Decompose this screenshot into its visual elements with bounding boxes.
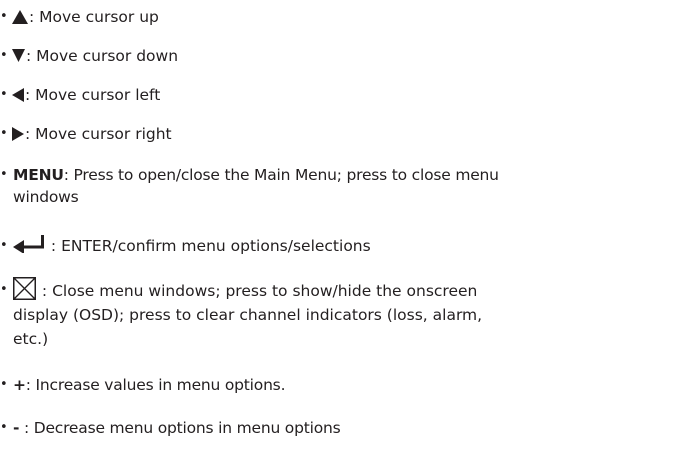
- close-box-icon: [13, 277, 36, 300]
- enter-arrow-icon: [13, 234, 45, 253]
- item-text: : Move cursor right: [25, 125, 172, 143]
- item-text-continued: etc.): [13, 330, 49, 348]
- item-text: : Increase values in menu options.: [25, 376, 286, 394]
- bullet: •: [0, 282, 8, 297]
- item-text: : Move cursor left: [25, 86, 161, 104]
- bullet: •: [0, 9, 8, 24]
- bullet: •: [0, 420, 8, 435]
- triangle-down-icon: [12, 49, 25, 62]
- bullet: •: [0, 48, 8, 63]
- item-text-continued: display (OSD); press to clear channel in…: [13, 306, 483, 324]
- item-text: : Decrease menu options in menu options: [19, 419, 341, 437]
- triangle-up-icon: [12, 9, 28, 24]
- bullet: •: [0, 167, 8, 182]
- item-text: : Move cursor down: [26, 47, 179, 65]
- item-text: : Press to open/close the Main Menu; pre…: [63, 166, 499, 184]
- triangle-left-icon: [12, 87, 24, 102]
- bullet: •: [0, 126, 8, 141]
- bullet: •: [0, 377, 8, 392]
- bullet: •: [0, 87, 8, 102]
- plus-key-label: +: [13, 376, 26, 394]
- item-text-continued: windows: [13, 188, 79, 206]
- item-text: : Close menu windows; press to show/hide…: [37, 282, 478, 300]
- triangle-right-icon: [12, 126, 24, 141]
- bullet: •: [0, 238, 8, 253]
- item-text: : Move cursor up: [29, 8, 159, 26]
- menu-key-label: MENU: [13, 166, 64, 184]
- item-text: : ENTER/confirm menu options/selections: [46, 237, 371, 255]
